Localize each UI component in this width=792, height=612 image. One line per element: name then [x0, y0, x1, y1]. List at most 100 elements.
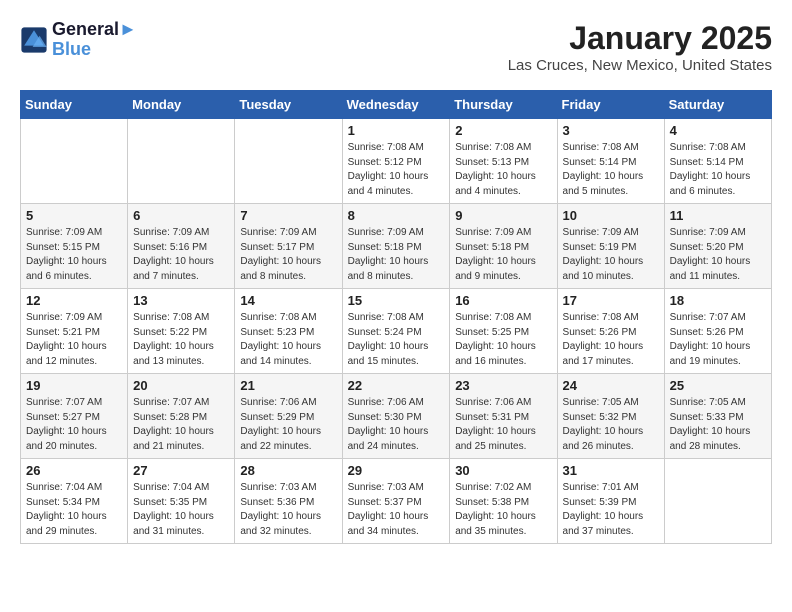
day-info: Sunrise: 7:07 AM Sunset: 5:26 PM Dayligh…	[670, 311, 766, 369]
day-info: Sunrise: 7:05 AM Sunset: 5:32 PM Dayligh…	[563, 396, 659, 454]
calendar-cell: 31 Sunrise: 7:01 AM Sunset: 5:39 PM Dayli…	[557, 459, 664, 544]
day-number: 16	[455, 293, 551, 308]
day-info: Sunrise: 7:08 AM Sunset: 5:22 PM Dayligh…	[133, 311, 229, 369]
day-info: Sunrise: 7:08 AM Sunset: 5:25 PM Dayligh…	[455, 311, 551, 369]
day-info: Sunrise: 7:03 AM Sunset: 5:37 PM Dayligh…	[348, 481, 445, 539]
day-number: 25	[670, 378, 766, 393]
day-info: Sunrise: 7:09 AM Sunset: 5:16 PM Dayligh…	[133, 226, 229, 284]
day-number: 9	[455, 208, 551, 223]
day-number: 10	[563, 208, 659, 223]
weekday-header: Friday	[557, 91, 664, 119]
day-info: Sunrise: 7:06 AM Sunset: 5:30 PM Dayligh…	[348, 396, 445, 454]
day-number: 11	[670, 208, 766, 223]
day-number: 31	[563, 463, 659, 478]
day-number: 30	[455, 463, 551, 478]
calendar-cell: 2 Sunrise: 7:08 AM Sunset: 5:13 PM Daylig…	[450, 119, 557, 204]
day-number: 21	[240, 378, 336, 393]
calendar-cell: 19Sunrise: 7:07 AM Sunset: 5:27 PM Dayli…	[21, 374, 128, 459]
calendar-cell	[235, 119, 342, 204]
day-info: Sunrise: 7:09 AM Sunset: 5:19 PM Dayligh…	[563, 226, 659, 284]
calendar-cell: 7 Sunrise: 7:09 AM Sunset: 5:17 PM Daylig…	[235, 204, 342, 289]
day-number: 20	[133, 378, 229, 393]
day-number: 12	[26, 293, 122, 308]
page-header: General► Blue January 2025 Las Cruces, N…	[20, 20, 772, 74]
title-block: January 2025 Las Cruces, New Mexico, Uni…	[508, 20, 772, 74]
calendar-cell: 28Sunrise: 7:03 AM Sunset: 5:36 PM Dayli…	[235, 459, 342, 544]
logo-icon	[20, 26, 48, 54]
calendar-cell: 21 Sunrise: 7:06 AM Sunset: 5:29 PM Dayli…	[235, 374, 342, 459]
calendar-cell: 3Sunrise: 7:08 AM Sunset: 5:14 PM Daylig…	[557, 119, 664, 204]
day-number: 1	[348, 123, 445, 138]
calendar-cell: 9 Sunrise: 7:09 AM Sunset: 5:18 PM Daylig…	[450, 204, 557, 289]
calendar-cell: 13 Sunrise: 7:08 AM Sunset: 5:22 PM Dayli…	[128, 289, 235, 374]
calendar-cell: 29 Sunrise: 7:03 AM Sunset: 5:37 PM Dayli…	[342, 459, 450, 544]
day-info: Sunrise: 7:06 AM Sunset: 5:29 PM Dayligh…	[240, 396, 336, 454]
day-info: Sunrise: 7:08 AM Sunset: 5:26 PM Dayligh…	[563, 311, 659, 369]
calendar-cell: 26Sunrise: 7:04 AM Sunset: 5:34 PM Dayli…	[21, 459, 128, 544]
day-info: Sunrise: 7:04 AM Sunset: 5:35 PM Dayligh…	[133, 481, 229, 539]
calendar-cell: 25 Sunrise: 7:05 AM Sunset: 5:33 PM Dayli…	[664, 374, 771, 459]
calendar-cell: 5 Sunrise: 7:09 AM Sunset: 5:15 PM Daylig…	[21, 204, 128, 289]
calendar-cell: 24Sunrise: 7:05 AM Sunset: 5:32 PM Dayli…	[557, 374, 664, 459]
weekday-header: Tuesday	[235, 91, 342, 119]
day-info: Sunrise: 7:07 AM Sunset: 5:28 PM Dayligh…	[133, 396, 229, 454]
day-info: Sunrise: 7:08 AM Sunset: 5:14 PM Dayligh…	[563, 141, 659, 199]
day-info: Sunrise: 7:09 AM Sunset: 5:17 PM Dayligh…	[240, 226, 336, 284]
calendar-cell: 4Sunrise: 7:08 AM Sunset: 5:14 PM Daylig…	[664, 119, 771, 204]
day-info: Sunrise: 7:04 AM Sunset: 5:34 PM Dayligh…	[26, 481, 122, 539]
calendar-cell: 27Sunrise: 7:04 AM Sunset: 5:35 PM Dayli…	[128, 459, 235, 544]
calendar-week-row: 5 Sunrise: 7:09 AM Sunset: 5:15 PM Daylig…	[21, 204, 772, 289]
calendar-cell: 15Sunrise: 7:08 AM Sunset: 5:24 PM Dayli…	[342, 289, 450, 374]
weekday-header: Saturday	[664, 91, 771, 119]
calendar-cell: 11 Sunrise: 7:09 AM Sunset: 5:20 PM Dayli…	[664, 204, 771, 289]
calendar-week-row: 12 Sunrise: 7:09 AM Sunset: 5:21 PM Dayli…	[21, 289, 772, 374]
calendar-cell: 10 Sunrise: 7:09 AM Sunset: 5:19 PM Dayli…	[557, 204, 664, 289]
calendar-cell: 8Sunrise: 7:09 AM Sunset: 5:18 PM Daylig…	[342, 204, 450, 289]
calendar-cell: 23 Sunrise: 7:06 AM Sunset: 5:31 PM Dayli…	[450, 374, 557, 459]
calendar-cell: 22Sunrise: 7:06 AM Sunset: 5:30 PM Dayli…	[342, 374, 450, 459]
day-info: Sunrise: 7:07 AM Sunset: 5:27 PM Dayligh…	[26, 396, 122, 454]
day-number: 17	[563, 293, 659, 308]
day-number: 23	[455, 378, 551, 393]
calendar-cell	[128, 119, 235, 204]
calendar-week-row: 19Sunrise: 7:07 AM Sunset: 5:27 PM Dayli…	[21, 374, 772, 459]
weekday-header-row: SundayMondayTuesdayWednesdayThursdayFrid…	[21, 91, 772, 119]
day-info: Sunrise: 7:01 AM Sunset: 5:39 PM Dayligh…	[563, 481, 659, 539]
calendar-cell: 14Sunrise: 7:08 AM Sunset: 5:23 PM Dayli…	[235, 289, 342, 374]
calendar-cell: 12 Sunrise: 7:09 AM Sunset: 5:21 PM Dayli…	[21, 289, 128, 374]
day-info: Sunrise: 7:02 AM Sunset: 5:38 PM Dayligh…	[455, 481, 551, 539]
day-info: Sunrise: 7:06 AM Sunset: 5:31 PM Dayligh…	[455, 396, 551, 454]
day-number: 14	[240, 293, 336, 308]
calendar-cell	[21, 119, 128, 204]
calendar-cell: 20 Sunrise: 7:07 AM Sunset: 5:28 PM Dayli…	[128, 374, 235, 459]
day-number: 2	[455, 123, 551, 138]
day-info: Sunrise: 7:09 AM Sunset: 5:15 PM Dayligh…	[26, 226, 122, 284]
day-number: 18	[670, 293, 766, 308]
day-info: Sunrise: 7:08 AM Sunset: 5:24 PM Dayligh…	[348, 311, 445, 369]
calendar-table: SundayMondayTuesdayWednesdayThursdayFrid…	[20, 90, 772, 544]
month-title: January 2025	[508, 20, 772, 57]
day-number: 5	[26, 208, 122, 223]
calendar-cell: 30 Sunrise: 7:02 AM Sunset: 5:38 PM Dayli…	[450, 459, 557, 544]
day-info: Sunrise: 7:09 AM Sunset: 5:18 PM Dayligh…	[455, 226, 551, 284]
day-number: 7	[240, 208, 336, 223]
calendar-cell: 18 Sunrise: 7:07 AM Sunset: 5:26 PM Dayli…	[664, 289, 771, 374]
calendar-week-row: 26Sunrise: 7:04 AM Sunset: 5:34 PM Dayli…	[21, 459, 772, 544]
weekday-header: Sunday	[21, 91, 128, 119]
day-info: Sunrise: 7:08 AM Sunset: 5:12 PM Dayligh…	[348, 141, 445, 199]
calendar-cell: 6 Sunrise: 7:09 AM Sunset: 5:16 PM Daylig…	[128, 204, 235, 289]
location: Las Cruces, New Mexico, United States	[508, 57, 772, 74]
logo: General► Blue	[20, 20, 137, 60]
day-number: 6	[133, 208, 229, 223]
calendar-week-row: 1 Sunrise: 7:08 AM Sunset: 5:12 PM Daylig…	[21, 119, 772, 204]
day-number: 13	[133, 293, 229, 308]
weekday-header: Monday	[128, 91, 235, 119]
day-info: Sunrise: 7:05 AM Sunset: 5:33 PM Dayligh…	[670, 396, 766, 454]
calendar-cell: 17 Sunrise: 7:08 AM Sunset: 5:26 PM Dayli…	[557, 289, 664, 374]
day-number: 29	[348, 463, 445, 478]
calendar-cell: 1 Sunrise: 7:08 AM Sunset: 5:12 PM Daylig…	[342, 119, 450, 204]
day-info: Sunrise: 7:09 AM Sunset: 5:21 PM Dayligh…	[26, 311, 122, 369]
day-info: Sunrise: 7:09 AM Sunset: 5:20 PM Dayligh…	[670, 226, 766, 284]
logo-text: General► Blue	[52, 20, 137, 60]
day-info: Sunrise: 7:08 AM Sunset: 5:13 PM Dayligh…	[455, 141, 551, 199]
